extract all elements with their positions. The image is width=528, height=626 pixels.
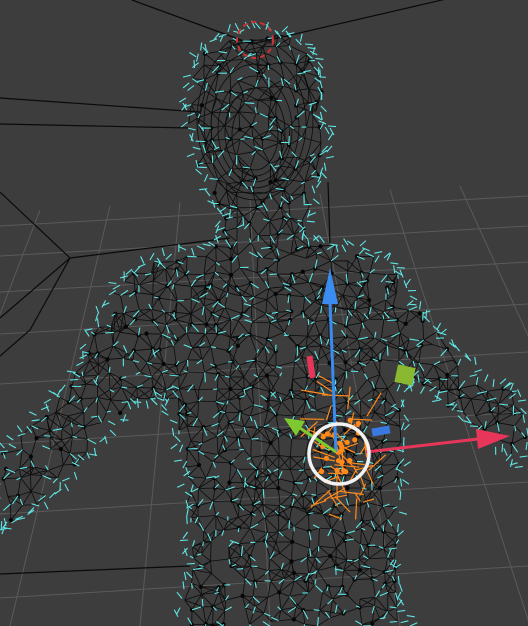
- mesh-vertex[interactable]: [328, 553, 333, 559]
- mesh-vertex[interactable]: [161, 361, 166, 367]
- mesh-vertex[interactable]: [289, 559, 294, 564]
- mesh-vertex[interactable]: [198, 584, 203, 589]
- mesh-vertex[interactable]: [273, 177, 278, 183]
- structure-line: [0, 97, 201, 113]
- viewport-canvas[interactable]: [0, 0, 528, 626]
- mesh-vertex[interactable]: [228, 272, 234, 278]
- structure-line: [0, 565, 191, 575]
- mesh-vertex[interactable]: [264, 373, 270, 378]
- selected-vertex[interactable]: [320, 434, 326, 440]
- mesh-vertex[interactable]: [403, 321, 408, 326]
- mesh-vertex[interactable]: [58, 446, 64, 452]
- selected-vertex[interactable]: [355, 420, 362, 426]
- mesh-vertex[interactable]: [276, 486, 281, 491]
- mesh-vertex[interactable]: [342, 427, 348, 432]
- structure-line: [0, 257, 71, 357]
- mesh-vertex[interactable]: [204, 322, 209, 327]
- mesh-vertex[interactable]: [268, 440, 273, 446]
- mesh-vertex[interactable]: [345, 485, 350, 491]
- mesh-vertex[interactable]: [34, 435, 39, 441]
- structure-line: [131, 0, 253, 45]
- mesh-vertex[interactable]: [445, 372, 450, 378]
- mesh-vertex[interactable]: [377, 485, 383, 491]
- selected-vertex[interactable]: [339, 459, 345, 465]
- mesh-vertex[interactable]: [196, 462, 202, 468]
- mesh-vertex[interactable]: [144, 331, 149, 336]
- mesh-vertex[interactable]: [366, 297, 372, 303]
- mesh-wireframe[interactable]: [3, 34, 526, 626]
- mesh-vertex[interactable]: [237, 127, 242, 132]
- structure-line: [0, 123, 191, 129]
- mesh-vertex[interactable]: [240, 593, 245, 599]
- mesh-vertex[interactable]: [357, 568, 362, 573]
- mesh-vertex[interactable]: [105, 357, 110, 362]
- 3d-viewport[interactable]: [0, 0, 528, 626]
- mesh-vertex[interactable]: [327, 361, 332, 366]
- mesh-vertex[interactable]: [227, 480, 232, 485]
- mesh-vertex[interactable]: [199, 103, 205, 108]
- x-axis-arrow-icon[interactable]: [476, 429, 510, 449]
- structure-line: [251, 0, 445, 45]
- grid-line: [139, 201, 181, 626]
- mesh-vertex[interactable]: [228, 386, 233, 392]
- grid-line: [9, 205, 111, 626]
- mesh-vertex[interactable]: [300, 269, 305, 274]
- mesh-vertex[interactable]: [123, 324, 129, 329]
- structure-line: [327, 181, 331, 245]
- mesh-vertex[interactable]: [235, 343, 240, 349]
- mesh-vertex[interactable]: [228, 256, 234, 262]
- mesh-vertex[interactable]: [291, 570, 297, 576]
- mesh-vertex[interactable]: [277, 590, 282, 595]
- normal-lines: [0, 20, 528, 626]
- mesh-vertex[interactable]: [212, 190, 217, 196]
- selected-vertex[interactable]: [323, 455, 329, 461]
- selected-vertex[interactable]: [352, 437, 358, 443]
- mesh-vertex[interactable]: [291, 617, 297, 622]
- mesh-vertex[interactable]: [117, 410, 123, 416]
- selected-vertex[interactable]: [334, 467, 340, 473]
- grid-line: [459, 185, 528, 337]
- mesh-vertex[interactable]: [417, 311, 422, 316]
- plane-handle-y[interactable]: [394, 364, 416, 386]
- mesh-edge-loop: [231, 99, 279, 171]
- selected-vertex[interactable]: [347, 417, 353, 423]
- mesh-vertex[interactable]: [8, 517, 14, 523]
- selected-vertex[interactable]: [337, 441, 344, 447]
- mesh-vertex[interactable]: [343, 360, 348, 365]
- selected-vertex[interactable]: [318, 468, 325, 475]
- mesh-vertex[interactable]: [212, 363, 217, 369]
- mesh-vertex[interactable]: [273, 291, 278, 297]
- mesh-vertex[interactable]: [28, 454, 34, 459]
- structure-line: [69, 237, 231, 259]
- mesh-vertex[interactable]: [268, 179, 273, 185]
- selected-vertex[interactable]: [347, 457, 353, 464]
- grid-line: [389, 189, 528, 622]
- grid-line: [0, 209, 41, 316]
- mesh-vertex[interactable]: [290, 539, 295, 544]
- vertex-normals: [0, 20, 528, 626]
- mesh-vertex[interactable]: [318, 244, 323, 249]
- plane-handle-z[interactable]: [371, 425, 391, 437]
- grid-line: [0, 261, 528, 293]
- mesh-vertex[interactable]: [370, 621, 375, 626]
- selected-vertex[interactable]: [344, 439, 350, 445]
- grid-line: [249, 197, 271, 626]
- grid-line: [0, 303, 528, 335]
- mesh-vertex[interactable]: [269, 95, 274, 100]
- selected-vertex[interactable]: [343, 469, 349, 475]
